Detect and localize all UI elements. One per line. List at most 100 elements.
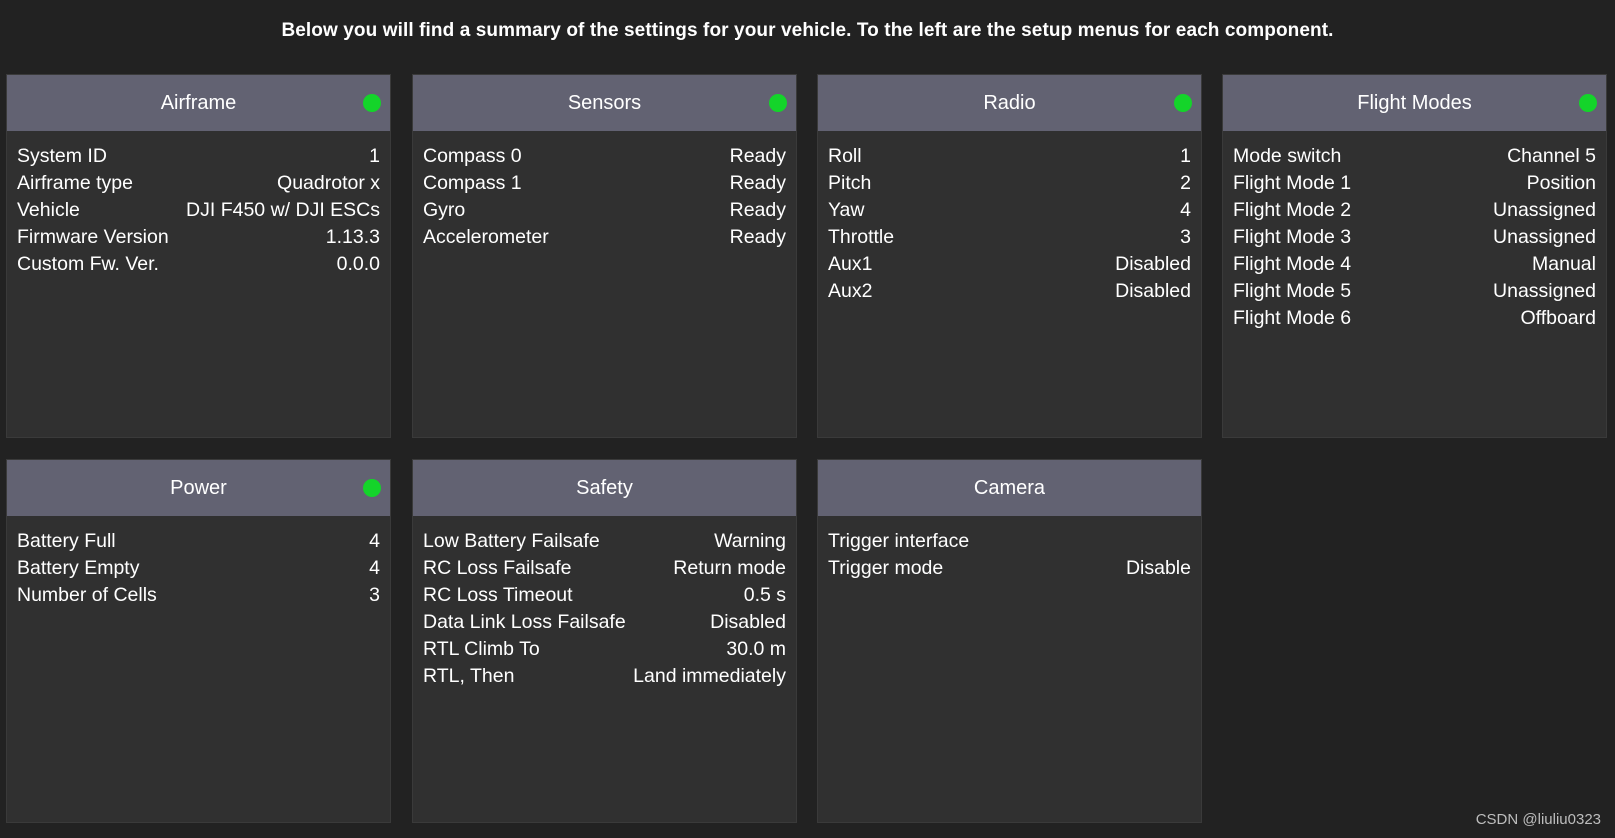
row-label: Firmware Version: [17, 226, 169, 248]
summary-intro-text: Below you will find a summary of the set…: [281, 20, 1334, 41]
summary-row: Roll 1: [828, 143, 1191, 170]
row-value: Return mode: [673, 557, 786, 579]
row-label: System ID: [17, 145, 107, 167]
row-label: Gyro: [423, 199, 466, 221]
panel-radio: Radio Roll 1 Pitch 2 Yaw 4 Throttle 3 Aux1 Di…: [817, 74, 1202, 438]
row-label: Trigger mode: [828, 557, 944, 579]
row-value: Unassigned: [1493, 226, 1596, 248]
row-label: Compass 1: [423, 172, 522, 194]
row-label: Roll: [828, 145, 862, 167]
row-value: Ready: [729, 226, 786, 248]
row-value: Unassigned: [1493, 199, 1596, 221]
row-label: Flight Mode 2: [1233, 199, 1352, 221]
summary-row: Trigger mode Disable: [828, 555, 1191, 582]
row-value: Ready: [729, 199, 786, 221]
row-label: Number of Cells: [17, 584, 157, 606]
panel-rows: Mode switch Channel 5 Flight Mode 1 Positi…: [1223, 131, 1606, 332]
row-value: 4: [369, 557, 380, 579]
status-ok-indicator: [1579, 94, 1597, 112]
summary-row: Pitch 2: [828, 170, 1191, 197]
panel-header-radio[interactable]: Radio: [818, 75, 1201, 131]
summary-row: Airframe type Quadrotor x: [17, 170, 380, 197]
watermark-text: CSDN @liuliu0323: [1475, 811, 1601, 828]
summary-row: Battery Empty 4: [17, 555, 380, 582]
row-value: Disabled: [1115, 280, 1191, 302]
row-value: 0.5 s: [743, 584, 786, 606]
row-label: Accelerometer: [423, 226, 549, 248]
row-value: Quadrotor x: [277, 172, 380, 194]
summary-row: Compass 0 Ready: [423, 143, 786, 170]
row-label: RC Loss Failsafe: [423, 557, 572, 579]
row-value: 1: [369, 145, 380, 167]
row-value: Unassigned: [1493, 280, 1596, 302]
row-label: Battery Full: [17, 530, 116, 552]
summary-row: RC Loss Timeout 0.5 s: [423, 582, 786, 609]
panel-title: Power: [170, 476, 227, 499]
row-value: Offboard: [1520, 307, 1596, 329]
summary-row: Trigger interface: [828, 528, 1191, 555]
row-value: 0.0.0: [336, 253, 380, 275]
summary-row: Aux2 Disabled: [828, 278, 1191, 305]
panel-rows: Roll 1 Pitch 2 Yaw 4 Throttle 3 Aux1 Disabled…: [818, 131, 1201, 305]
panel-header-safety[interactable]: Safety: [413, 460, 796, 516]
row-label: Throttle: [828, 226, 895, 248]
row-value: Warning: [714, 530, 786, 552]
summary-row: RTL Climb To 30.0 m: [423, 636, 786, 663]
row-label: Custom Fw. Ver.: [17, 253, 159, 275]
summary-row: Flight Mode 4 Manual: [1233, 251, 1596, 278]
panel-safety: Safety Low Battery Failsafe Warning RC Lo…: [412, 459, 797, 823]
summary-row: Flight Mode 6 Offboard: [1233, 305, 1596, 332]
row-label: Aux1: [828, 253, 873, 275]
status-ok-indicator: [363, 479, 381, 497]
summary-row: Accelerometer Ready: [423, 224, 786, 251]
summary-row: Custom Fw. Ver. 0.0.0: [17, 251, 380, 278]
row-label: Pitch: [828, 172, 872, 194]
row-value: Disable: [1125, 557, 1191, 579]
panel-flight-modes: Flight Modes Mode switch Channel 5 Flight…: [1222, 74, 1607, 438]
row-label: Yaw: [828, 199, 865, 221]
row-value: 3: [369, 584, 380, 606]
summary-row: Gyro Ready: [423, 197, 786, 224]
row-label: Flight Mode 4: [1233, 253, 1352, 275]
summary-row: RTL, Then Land immediately: [423, 663, 786, 690]
panel-title: Safety: [576, 476, 633, 499]
row-label: RTL, Then: [423, 665, 515, 687]
row-label: Data Link Loss Failsafe: [423, 611, 626, 633]
panel-power: Power Battery Full 4 Battery Empty 4 Numbe…: [6, 459, 391, 823]
panel-header-flight-modes[interactable]: Flight Modes: [1223, 75, 1606, 131]
row-label: Battery Empty: [17, 557, 140, 579]
row-value: 4: [369, 530, 380, 552]
row-value: 1.13.3: [325, 226, 380, 248]
summary-row: System ID 1: [17, 143, 380, 170]
summary-row: Compass 1 Ready: [423, 170, 786, 197]
row-value: 3: [1180, 226, 1191, 248]
summary-row: Flight Mode 3 Unassigned: [1233, 224, 1596, 251]
row-label: Aux2: [828, 280, 873, 302]
row-label: RC Loss Timeout: [423, 584, 573, 606]
row-label: Flight Mode 3: [1233, 226, 1352, 248]
row-label: Flight Mode 1: [1233, 172, 1352, 194]
panel-header-power[interactable]: Power: [7, 460, 390, 516]
panel-title: Camera: [973, 476, 1046, 499]
row-label: Compass 0: [423, 145, 522, 167]
row-label: Trigger interface: [828, 530, 970, 552]
row-label: Flight Mode 6: [1233, 307, 1352, 329]
summary-row: RC Loss Failsafe Return mode: [423, 555, 786, 582]
row-label: Low Battery Failsafe: [423, 530, 600, 552]
panel-header-camera[interactable]: Camera: [818, 460, 1201, 516]
row-value: Disabled: [710, 611, 786, 633]
panel-header-sensors[interactable]: Sensors: [413, 75, 796, 131]
panel-rows: System ID 1 Airframe type Quadrotor x Vehi…: [7, 131, 390, 278]
row-value: 1: [1180, 145, 1191, 167]
panel-header-airframe[interactable]: Airframe: [7, 75, 390, 131]
panel-camera: Camera Trigger interface Trigger mode Dis…: [817, 459, 1202, 823]
panel-title: Radio: [983, 91, 1036, 114]
panel-title: Flight Modes: [1357, 91, 1472, 114]
panel-title: Airframe: [160, 91, 237, 114]
row-value: Ready: [729, 145, 786, 167]
vehicle-summary-page: Below you will find a summary of the set…: [0, 0, 1615, 838]
status-ok-indicator: [769, 94, 787, 112]
summary-row: Flight Mode 5 Unassigned: [1233, 278, 1596, 305]
summary-row: Flight Mode 2 Unassigned: [1233, 197, 1596, 224]
summary-row: Mode switch Channel 5: [1233, 143, 1596, 170]
